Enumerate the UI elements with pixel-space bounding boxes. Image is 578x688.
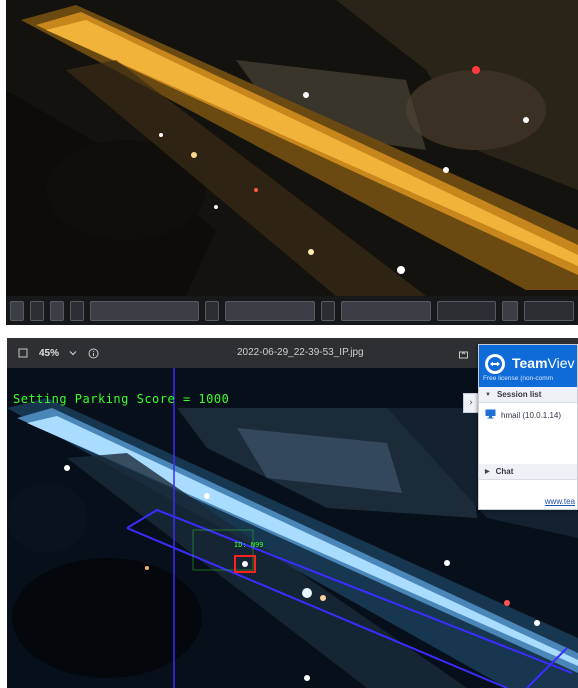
thumbnail[interactable]: [89, 300, 200, 321]
thumbnail[interactable]: [340, 300, 431, 321]
thumbnail[interactable]: [436, 300, 497, 321]
thumbnail-strip: [6, 296, 578, 325]
thumbnail[interactable]: [10, 300, 24, 321]
share-icon[interactable]: [453, 344, 473, 364]
thumbnail[interactable]: [502, 300, 519, 321]
website-link[interactable]: www.tea: [479, 493, 577, 509]
thumbnail[interactable]: [29, 300, 44, 321]
chevron-down-icon[interactable]: [63, 343, 83, 363]
teamviewer-title: TeamViev: [512, 355, 575, 371]
vehicle-id-label: ID: N99: [234, 541, 264, 549]
session-list-header[interactable]: ▼ Session list: [479, 387, 577, 403]
teamviewer-header: TeamViev Free license (non-comm: [479, 345, 577, 387]
teamviewer-panel: TeamViev Free license (non-comm ▼ Sessio…: [478, 344, 578, 510]
license-text: Free license (non-comm: [483, 375, 554, 382]
square-outline-icon[interactable]: [13, 343, 33, 363]
chevron-right-icon[interactable]: ›: [463, 393, 478, 413]
thumbnail[interactable]: [205, 300, 220, 321]
thumbnail[interactable]: [320, 300, 335, 321]
monitor-icon: [485, 409, 496, 421]
thumbnail[interactable]: [69, 300, 84, 321]
camera-scene-drawing: [6, 0, 578, 296]
thumbnail[interactable]: [524, 300, 574, 321]
thumbnail[interactable]: [49, 300, 64, 321]
chat-section-header[interactable]: ▶ Chat: [479, 464, 577, 480]
teamviewer-logo-icon: [485, 354, 505, 374]
night-traffic-camera-frame: [6, 0, 578, 296]
caret-down-icon: ▼: [485, 391, 491, 398]
session-item[interactable]: hmail (10.0.1.14): [479, 403, 577, 421]
top-camera-panel: [0, 0, 578, 325]
thumbnail[interactable]: [225, 300, 315, 321]
caret-right-icon: ▶: [485, 469, 490, 475]
file-name: 2022-06-29_22-39-53_IP.jpg: [237, 347, 364, 358]
info-circle-icon[interactable]: [83, 343, 103, 363]
zoom-level[interactable]: 45%: [39, 348, 59, 359]
parking-score-overlay: Setting Parking Score = 1000: [13, 392, 230, 406]
